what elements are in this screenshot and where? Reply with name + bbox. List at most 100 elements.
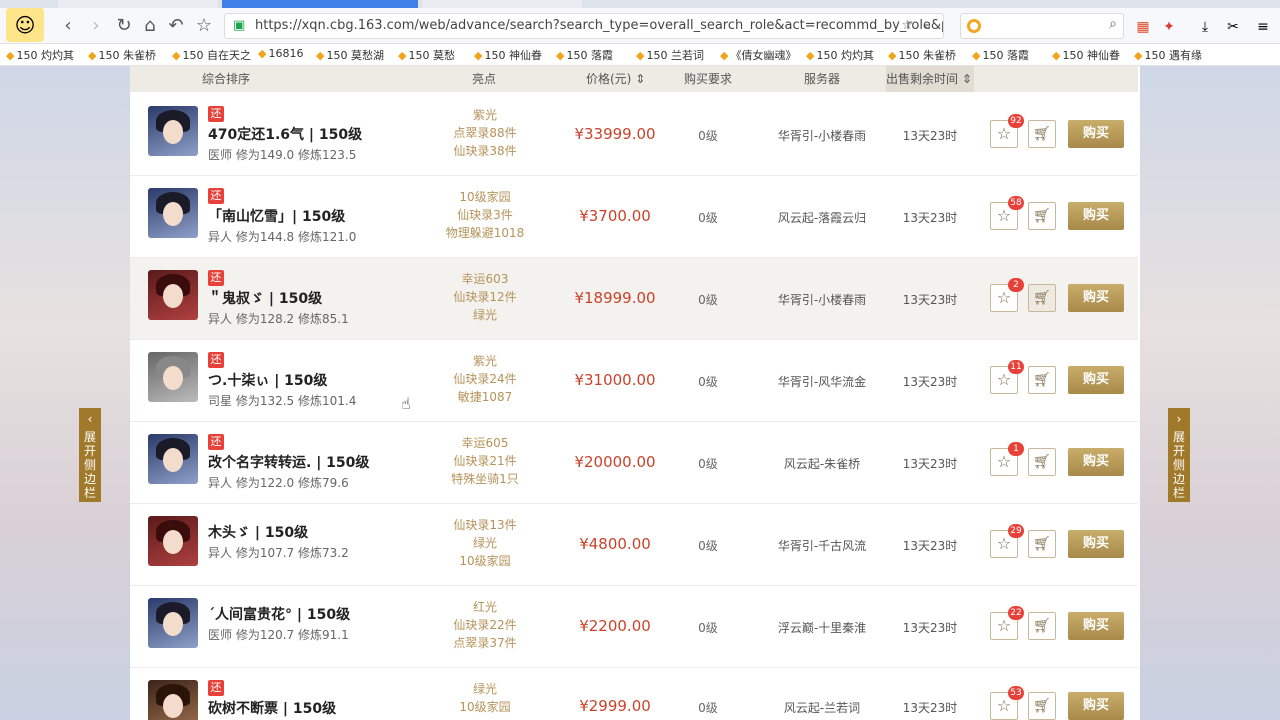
bookmark-item[interactable]: ◆ 150 神仙眷	[474, 47, 542, 63]
avatar[interactable]	[148, 598, 198, 648]
undo-icon[interactable]: ↶	[164, 14, 188, 38]
bookmark-item[interactable]: ◆ 150 莫愁湖	[316, 47, 384, 63]
game-icon[interactable]: ✦	[1160, 18, 1178, 36]
bookmark-item[interactable]: ◆ 150 自在天之	[172, 47, 251, 63]
bargain-tag: 还	[208, 270, 224, 286]
cart-icon[interactable]: 🛒︎	[1028, 612, 1056, 640]
avatar[interactable]	[148, 434, 198, 484]
buy-button[interactable]: 购买	[1068, 120, 1124, 148]
table-row[interactable]: 还 つ.十柒ぃ | 150级 司星 修为132.5 修炼101.4 紫光 仙玦录…	[130, 340, 1138, 422]
remaining-time: 13天23时	[902, 457, 958, 471]
bookmark-item[interactable]: ◆ 150 落霞	[556, 47, 613, 63]
buy-button[interactable]: 购买	[1068, 612, 1124, 640]
back-icon[interactable]: ‹	[56, 14, 80, 38]
role-stats: 异人 修为122.0 修炼79.6	[208, 476, 349, 490]
tab-active[interactable]	[222, 0, 418, 8]
sort-remaining-time[interactable]: 出售剩余时间 ⇕	[886, 70, 972, 87]
tab-3[interactable]	[422, 0, 582, 8]
bookmark-icon: ◆	[1052, 49, 1061, 62]
sort-default[interactable]: 综合排序	[202, 70, 250, 87]
table-row[interactable]: ˊ人间富贵花° | 150级 医师 修为120.7 修炼91.1 红光 仙玦录2…	[130, 586, 1138, 668]
bargain-tag: 还	[208, 680, 224, 696]
table-row[interactable]: 还 ＂鬼叔ゞ | 150级 异人 修为128.2 修炼85.1 幸运603 仙玦…	[130, 258, 1138, 340]
server: 华胥引-风华流金	[777, 375, 867, 389]
cart-icon[interactable]: 🛒︎	[1028, 692, 1056, 720]
table-row[interactable]: 木头ゞ | 150级 异人 修为107.7 修炼73.2 仙玦录13件 绿光 1…	[130, 504, 1138, 586]
avatar[interactable]	[148, 188, 198, 238]
bookmark-item[interactable]: ◆ 150 神仙眷	[1052, 47, 1120, 63]
bookmark-item[interactable]: ◆ 《倩女幽魂》	[720, 47, 796, 63]
table-row[interactable]: 还 「南山忆雪」| 150级 异人 修为144.8 修炼121.0 10级家园 …	[130, 176, 1138, 258]
buy-button[interactable]: 购买	[1068, 202, 1124, 230]
table-row[interactable]: 还 砍树不断票 | 150级 绿光 10级家园 ¥2999.00 0级 风云起-…	[130, 668, 1138, 720]
tab-1[interactable]	[58, 0, 218, 8]
role-name[interactable]: つ.十柒ぃ | 150级	[208, 370, 327, 390]
role-name[interactable]: ＂鬼叔ゞ | 150级	[208, 288, 322, 308]
price: ¥20000.00	[574, 453, 656, 471]
cart-icon[interactable]: 🛒︎	[1028, 366, 1056, 394]
role-name[interactable]: 木头ゞ | 150级	[208, 522, 308, 542]
bookmark-item[interactable]: ◆ 16816	[258, 47, 303, 60]
table-row[interactable]: 还 改个名字转转运. | 150级 异人 修为122.0 修炼79.6 幸运60…	[130, 422, 1138, 504]
bookmark-item[interactable]: ◆ 150 灼灼其	[6, 47, 74, 63]
requirement: 0级	[698, 211, 718, 225]
apps-grid-icon[interactable]: ▦	[1134, 18, 1152, 36]
bargain-tag: 还	[208, 434, 224, 450]
bookmark-item[interactable]: ◆ 150 灼灼其	[806, 47, 874, 63]
bookmark-icon: ◆	[398, 49, 407, 62]
chevron-down-icon[interactable]: ⌄	[922, 14, 933, 38]
table-row[interactable]: 还 470定还1.6气 | 150级 医师 修为149.0 修炼123.5 紫光…	[130, 94, 1138, 176]
cart-icon[interactable]: 🛒︎	[1028, 120, 1056, 148]
role-name[interactable]: 改个名字转转运. | 150级	[208, 452, 369, 472]
avatar[interactable]	[148, 680, 198, 720]
cart-icon[interactable]: 🛒︎	[1028, 202, 1056, 230]
user-avatar-icon[interactable]: ☺	[6, 8, 44, 42]
bookmark-item[interactable]: ◆ 150 落霞	[972, 47, 1029, 63]
bookmark-icon: ◆	[972, 49, 981, 62]
buy-button[interactable]: 购买	[1068, 366, 1124, 394]
buy-button[interactable]: 购买	[1068, 530, 1124, 558]
bookmark-item[interactable]: ◆ 150 朱雀桥	[88, 47, 156, 63]
cart-icon[interactable]: 🛒︎	[1028, 448, 1056, 476]
forward-icon[interactable]: ›	[84, 14, 108, 38]
cart-icon[interactable]: 🛒︎	[1028, 284, 1056, 312]
search-input[interactable]: ⌕	[960, 13, 1124, 39]
cart-icon[interactable]: 🛒︎	[1028, 530, 1056, 558]
favorite-icon[interactable]: ☆	[901, 14, 913, 38]
bookmark-item[interactable]: ◆ 150 朱雀桥	[888, 47, 956, 63]
sort-price[interactable]: 价格(元) ⇕	[586, 70, 645, 87]
search-icon[interactable]: ⌕	[1109, 16, 1117, 32]
role-name[interactable]: ˊ人间富贵花° | 150级	[208, 604, 350, 624]
reload-icon[interactable]: ↻	[112, 14, 136, 38]
expand-sidebar-left-button[interactable]: ‹ 展开侧边栏	[79, 408, 101, 502]
download-icon[interactable]: ⤓	[1196, 18, 1214, 36]
avatar[interactable]	[148, 270, 198, 320]
role-name[interactable]: 「南山忆雪」| 150级	[208, 206, 345, 226]
favorite-count: 1	[1008, 442, 1024, 456]
role-name[interactable]: 470定还1.6气 | 150级	[208, 124, 362, 144]
bookmark-icon: ◆	[258, 47, 267, 60]
bookmark-icon: ◆	[888, 49, 897, 62]
bookmark-icon: ◆	[88, 49, 97, 62]
home-icon[interactable]: ⌂	[138, 14, 162, 38]
bookmark-item[interactable]: ◆ 150 莫愁	[398, 47, 455, 63]
avatar[interactable]	[148, 352, 198, 402]
menu-icon[interactable]: ≡	[1254, 18, 1272, 36]
role-name[interactable]: 砍树不断票 | 150级	[208, 698, 336, 718]
url-input[interactable]: ▣ https://xqn.cbg.163.com/web/advance/se…	[224, 13, 944, 39]
address-toolbar: ☺ ‹ › ↻ ⌂ ↶ ☆ ▣ https://xqn.cbg.163.com/…	[0, 8, 1280, 44]
favorite-count: 92	[1008, 114, 1024, 128]
avatar[interactable]	[148, 106, 198, 156]
expand-sidebar-right-button[interactable]: › 展开侧边栏	[1168, 408, 1190, 502]
buy-button[interactable]: 购买	[1068, 448, 1124, 476]
favorite-count: 29	[1008, 524, 1024, 538]
bookmark-item[interactable]: ◆ 150 兰若词	[636, 47, 704, 63]
scissors-icon[interactable]: ✂	[1224, 18, 1242, 36]
remaining-time: 13天23时	[902, 293, 958, 307]
role-stats: 医师 修为149.0 修炼123.5	[208, 148, 357, 162]
bookmark-item[interactable]: ◆ 150 遇有缘	[1134, 47, 1202, 63]
buy-button[interactable]: 购买	[1068, 284, 1124, 312]
bookmark-star-icon[interactable]: ☆	[192, 14, 216, 38]
avatar[interactable]	[148, 516, 198, 566]
buy-button[interactable]: 购买	[1068, 692, 1124, 720]
